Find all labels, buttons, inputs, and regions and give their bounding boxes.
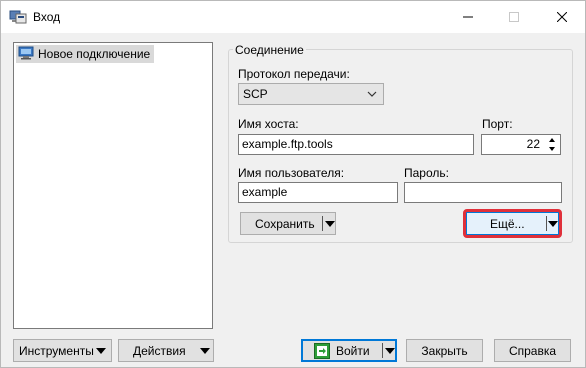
maximize-button[interactable] <box>491 1 537 33</box>
site-tree[interactable]: Новое подключение <box>13 42 213 329</box>
protocol-value: SCP <box>243 87 268 101</box>
help-button[interactable]: Справка <box>494 339 571 362</box>
host-input[interactable]: example.ftp.tools <box>238 134 474 155</box>
login-button[interactable]: Войти <box>301 339 397 362</box>
protocol-select[interactable]: SCP <box>238 83 384 105</box>
site-item-label: Новое подключение <box>38 47 151 61</box>
title-bar: Вход <box>1 1 585 33</box>
host-label: Имя хоста: <box>238 117 299 131</box>
maximize-icon <box>509 12 519 22</box>
save-button-label: Сохранить <box>255 216 315 231</box>
dropdown-arrow-icon <box>325 221 335 227</box>
dropdown-arrow-icon <box>96 348 106 354</box>
close-button[interactable] <box>539 1 585 33</box>
window-title: Вход <box>33 10 61 24</box>
login-window: Вход Новое подключение Соединение Проток… <box>0 0 586 368</box>
tools-button-label: Инструменты <box>19 343 94 358</box>
minimize-button[interactable] <box>445 1 491 33</box>
username-input[interactable]: example <box>238 182 398 203</box>
login-button-label: Войти <box>336 343 370 358</box>
dropdown-arrow-icon <box>200 348 210 354</box>
username-label: Имя пользователя: <box>238 166 345 180</box>
close-dialog-button[interactable]: Закрыть <box>406 339 483 362</box>
protocol-label: Протокол передачи: <box>238 67 350 81</box>
minimize-icon <box>463 16 473 18</box>
computer-icon <box>18 46 34 63</box>
login-icon <box>314 343 330 362</box>
close-icon <box>557 12 567 22</box>
password-input[interactable] <box>404 182 562 203</box>
password-label: Пароль: <box>404 166 449 180</box>
save-button[interactable]: Сохранить <box>240 212 336 235</box>
port-spinner[interactable] <box>545 135 559 154</box>
tools-button[interactable]: Инструменты <box>13 339 112 362</box>
site-item-new-connection[interactable]: Новое подключение <box>16 45 155 63</box>
actions-button[interactable]: Действия <box>118 339 214 362</box>
more-button-highlight <box>463 209 562 238</box>
port-label: Порт: <box>482 117 513 131</box>
dropdown-arrow-icon <box>385 348 395 354</box>
connection-group-title: Соединение <box>233 43 306 57</box>
actions-button-label: Действия <box>133 343 186 358</box>
winscp-login-icon <box>9 8 27 26</box>
chevron-down-icon <box>367 88 377 102</box>
